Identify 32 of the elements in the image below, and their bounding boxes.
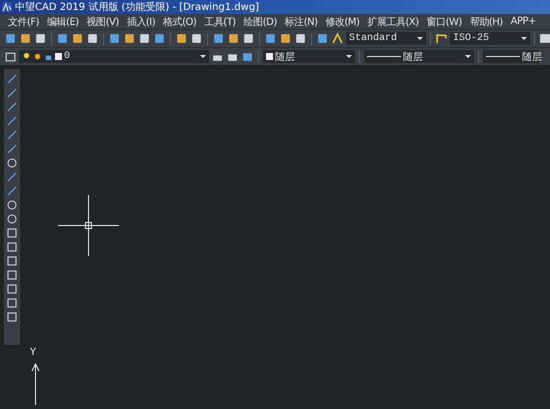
layer-dropdown[interactable]: 0 xyxy=(19,50,209,63)
text-style-dropdown[interactable]: Standard xyxy=(346,32,426,45)
color-swatch xyxy=(55,53,62,60)
menu-item[interactable]: 视图(V) xyxy=(82,14,123,28)
linetype-dropdown[interactable]: 随层 xyxy=(364,50,474,63)
menu-item[interactable]: 格式(O) xyxy=(159,14,200,28)
menu-item[interactable]: APP+ xyxy=(506,16,540,27)
dim-style-dropdown[interactable]: ISO-25 xyxy=(450,32,530,45)
menu-item[interactable]: 标注(N) xyxy=(280,14,322,28)
circle-icon[interactable] xyxy=(6,157,18,169)
line-icon[interactable] xyxy=(6,73,18,85)
lineweight-dropdown[interactable]: 随层 xyxy=(483,50,539,63)
menu-item[interactable]: 工具(T) xyxy=(200,14,240,28)
menu-item[interactable]: 文件(F) xyxy=(4,14,44,28)
y-axis-arrow xyxy=(31,363,40,405)
axis-label: Y xyxy=(30,347,36,358)
layer-manager-icon[interactable] xyxy=(4,50,17,63)
menu-item[interactable]: 编辑(E) xyxy=(43,14,83,28)
color-dropdown[interactable]: 随层 xyxy=(263,50,355,63)
window-title: 中望CAD 2019 试用版 (功能受限) - [Drawing1.dwg] xyxy=(15,0,260,14)
app-logo-icon xyxy=(2,2,12,12)
text-style-icon xyxy=(331,32,344,45)
crosshair-cursor xyxy=(58,195,119,256)
sun-icon xyxy=(33,52,42,61)
menu-item[interactable]: 插入(I) xyxy=(122,14,160,28)
bulb-icon xyxy=(22,52,31,61)
dimension-icon xyxy=(435,32,448,45)
menu-item[interactable]: 修改(M) xyxy=(322,14,364,28)
menu-item[interactable]: 帮助(H) xyxy=(466,14,507,28)
menu-item[interactable]: 扩展工具(X) xyxy=(363,14,423,28)
menu-item[interactable]: 绘图(D) xyxy=(240,14,281,28)
menu-item[interactable]: 窗口(W) xyxy=(422,14,466,28)
